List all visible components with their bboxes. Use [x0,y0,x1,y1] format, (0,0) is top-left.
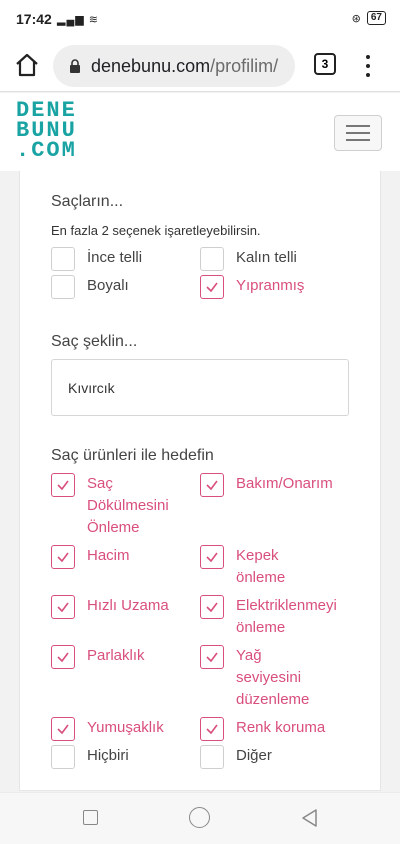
checkbox[interactable] [51,473,75,497]
browser-toolbar: denebunu.com/profilim/ 3 [0,40,400,92]
option-yipranmis[interactable]: Yıpranmış [200,275,304,299]
system-nav-bar [0,792,400,844]
check-icon [206,552,218,563]
check-icon [206,724,218,735]
checkbox[interactable] [51,745,75,769]
option-label: Kepek önleme [236,547,286,586]
option-label: Hiçbiri [87,747,129,764]
battery-icon: 67 [366,11,386,25]
site-header: DENE BUNU .COM [0,93,400,171]
goals-section-title: Saç ürünleri ile hedefin [51,447,214,464]
option-kalin-telli[interactable]: Kalın telli [200,247,297,271]
alarm-icon: ⊛ [351,12,361,25]
checkbox[interactable] [51,717,75,741]
option-label: Elektriklenmeyi önleme [236,597,337,636]
option-elektriklenmeyi-onleme[interactable]: Elektriklenmeyi önleme [200,595,360,639]
option-label: Boyalı [87,277,129,294]
option-label: Parlaklık [87,647,145,664]
hair-hint: En fazla 2 seçenek işaretleyebilirsin. [51,223,261,238]
option-diger[interactable]: Diğer [200,745,360,769]
status-bar: 17:42 ▂▄▆ ≋ ⊛ 67 [0,0,400,40]
option-ince-telli[interactable]: İnce telli [51,247,142,271]
checkbox[interactable] [200,645,224,669]
check-icon [57,552,69,563]
checkbox[interactable] [51,275,75,299]
tab-switcher-button[interactable]: 3 [314,53,336,75]
check-icon [57,652,69,663]
option-label: Yıpranmış [236,277,305,294]
check-icon [57,724,69,735]
url-text: denebunu.com/profilim/ [91,56,278,77]
option-sac-dokulmesini-onleme[interactable]: Saç Dökülmesini Önleme [51,473,191,539]
checkbox[interactable] [200,745,224,769]
check-icon [206,602,218,613]
check-icon [206,282,218,293]
option-label: Yumuşaklık [87,719,164,736]
option-label: Kalın telli [236,249,297,266]
check-icon [57,602,69,613]
check-icon [206,480,218,491]
checkbox[interactable] [200,545,224,569]
checkbox[interactable] [51,645,75,669]
option-label: Hacim [87,547,130,564]
status-right: ⊛ 67 [352,11,386,25]
option-label: İnce telli [87,249,143,266]
back-triangle-icon[interactable] [300,808,318,828]
option-label: Diğer [236,747,272,764]
option-label: Yağ seviyesini düzenleme [236,647,310,708]
check-icon [57,480,69,491]
option-kepek-onleme[interactable]: Kepek önleme [200,545,310,589]
checkbox[interactable] [200,595,224,619]
option-bakim-onarim[interactable]: Bakım/Onarım [200,473,360,497]
option-label: Hızlı Uzama [87,597,169,614]
hair-shape-field[interactable]: Kıvırcık [51,359,349,416]
checkbox[interactable] [200,247,224,271]
option-hacim[interactable]: Hacim [51,545,191,569]
logo-line-3: .COM [16,138,77,163]
hair-section-title: Saçların... [51,193,124,210]
home-icon[interactable] [14,52,40,78]
option-hicbiri[interactable]: Hiçbiri [51,745,191,769]
status-time: 17:42 [16,11,52,27]
url-path: /profilim/ [210,55,279,76]
hamburger-menu-button[interactable] [334,115,382,151]
recent-apps-icon[interactable] [83,810,98,825]
url-domain: denebunu.com [91,55,211,76]
checkbox[interactable] [51,247,75,271]
option-label: Saç Dökülmesini Önleme [87,475,169,536]
option-renk-koruma[interactable]: Renk koruma [200,717,360,741]
checkbox[interactable] [51,595,75,619]
option-yumusaklik[interactable]: Yumuşaklık [51,717,191,741]
checkbox[interactable] [200,717,224,741]
checkbox[interactable] [200,473,224,497]
option-label: Renk koruma [236,719,326,736]
option-hizli-uzama[interactable]: Hızlı Uzama [51,595,191,619]
option-yag-seviyesini-duzenleme[interactable]: Yağ seviyesini düzenleme [200,645,330,711]
shape-section-title: Saç şeklin... [51,333,138,350]
option-label: Bakım/Onarım [236,475,333,492]
checkbox[interactable] [200,275,224,299]
address-bar[interactable]: denebunu.com/profilim/ [53,45,295,87]
option-parlaklik[interactable]: Parlaklık [51,645,191,669]
check-icon [206,652,218,663]
option-boyali[interactable]: Boyalı [51,275,129,299]
checkbox[interactable] [51,545,75,569]
signal-icon: ▂▄▆ ≋ [57,14,99,26]
site-logo[interactable]: DENE BUNU .COM [16,100,77,163]
home-circle-icon[interactable] [189,807,210,828]
lock-icon [70,59,80,73]
more-menu-icon[interactable] [360,52,376,80]
